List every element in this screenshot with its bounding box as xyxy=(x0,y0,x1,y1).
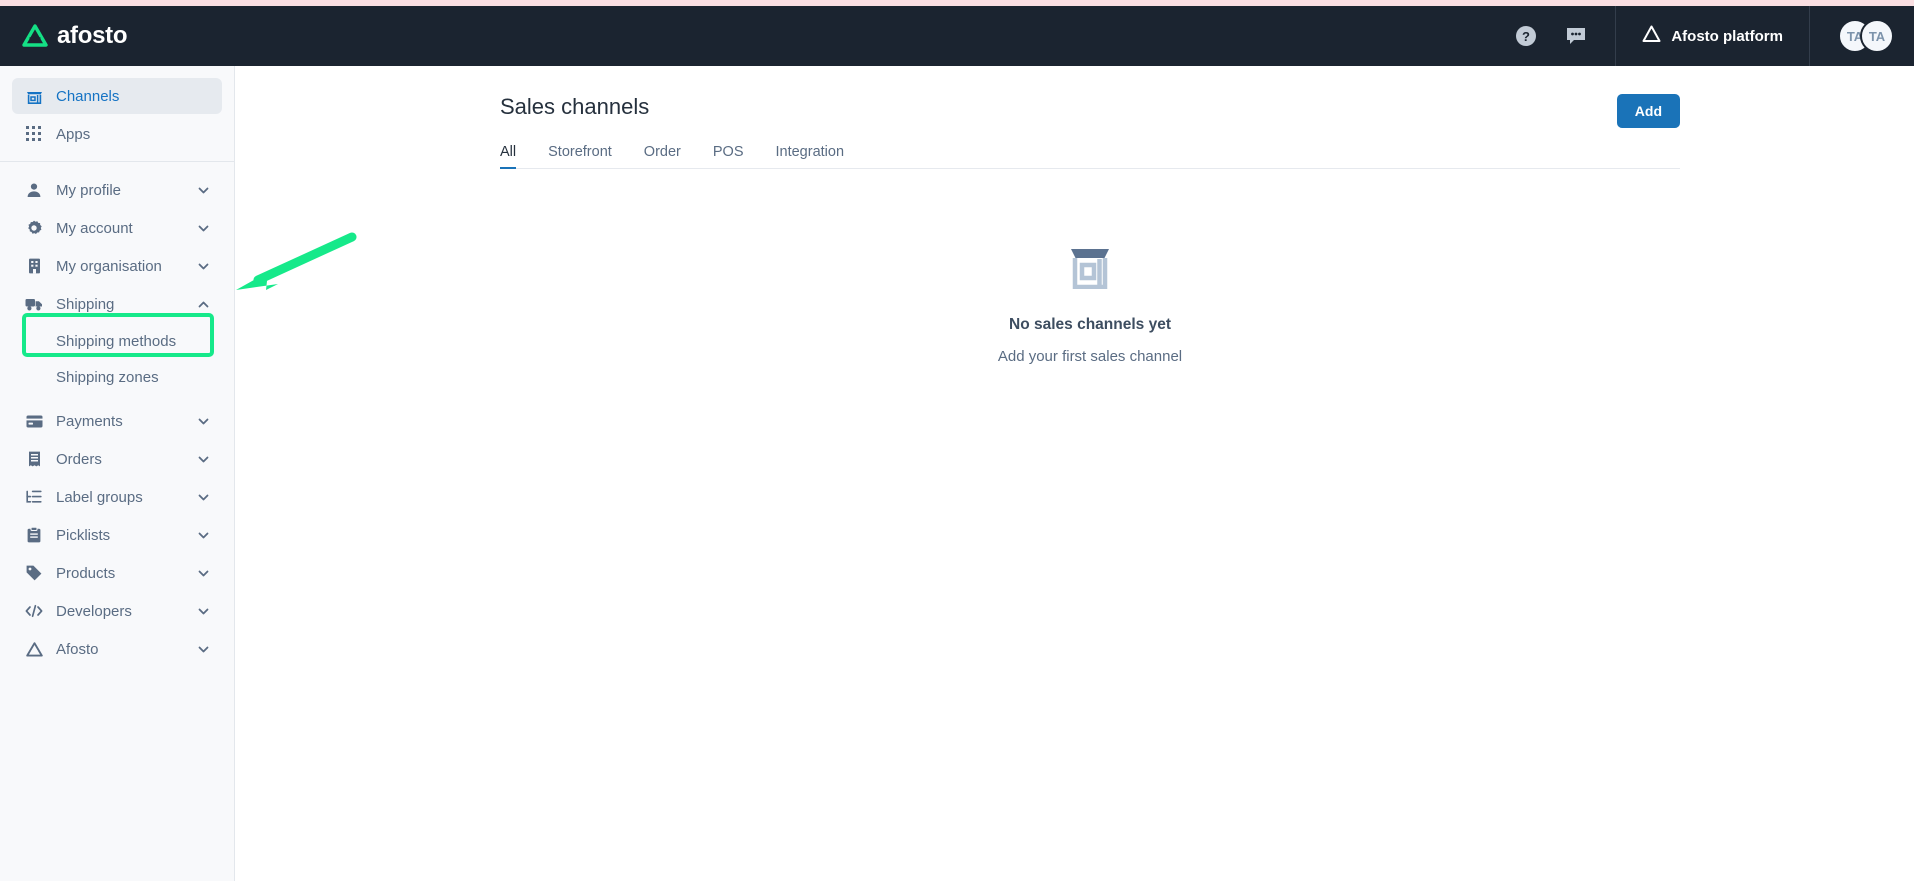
empty-state-action[interactable]: Add your first sales channel xyxy=(998,348,1182,365)
sidebar-item-orders[interactable]: Orders xyxy=(12,441,222,477)
truck-icon xyxy=(24,297,44,311)
sidebar-item-my-account[interactable]: My account xyxy=(12,210,222,246)
receipt-icon xyxy=(24,451,44,467)
chevron-down-icon[interactable] xyxy=(197,643,210,656)
chevron-down-icon[interactable] xyxy=(197,415,210,428)
topbar-icon-group: ? xyxy=(1515,6,1615,66)
avatar-group[interactable]: TA TA xyxy=(1810,6,1914,66)
topbar-right-group: ? Afosto platform TA TA xyxy=(1515,6,1914,66)
tab-bar: All Storefront Order POS Integration xyxy=(500,144,1680,169)
sidebar-item-label: Afosto xyxy=(56,640,99,658)
sidebar-item-label: Developers xyxy=(56,602,132,620)
credit-card-icon xyxy=(24,415,44,428)
chevron-down-icon[interactable] xyxy=(197,184,210,197)
sidebar-item-picklists[interactable]: Picklists xyxy=(12,517,222,553)
chevron-down-icon[interactable] xyxy=(197,222,210,235)
sidebar-item-my-organisation[interactable]: My organisation xyxy=(12,248,222,284)
sidebar-item-developers[interactable]: Developers xyxy=(12,593,222,629)
user-icon xyxy=(24,182,44,198)
main-content: Sales channels Add All Storefront Order … xyxy=(235,66,1914,881)
sidebar-item-label: Orders xyxy=(56,450,102,468)
sidebar-item-shipping[interactable]: Shipping xyxy=(12,286,222,322)
gear-icon xyxy=(24,220,44,236)
sidebar-item-label: Apps xyxy=(56,125,91,143)
platform-label: Afosto platform xyxy=(1671,27,1783,45)
sidebar-item-apps[interactable]: Apps xyxy=(12,116,222,152)
sidebar-item-label-groups[interactable]: Label groups xyxy=(12,479,222,515)
page-header: Sales channels Add xyxy=(500,94,1680,128)
building-icon xyxy=(24,258,44,274)
afosto-logo-icon xyxy=(22,24,48,48)
code-icon xyxy=(24,604,44,618)
tab-integration[interactable]: Integration xyxy=(776,144,845,168)
list-tree-icon xyxy=(24,490,44,504)
sidebar-item-label: Shipping xyxy=(56,295,115,313)
brand-name: afosto xyxy=(57,22,128,49)
clipboard-icon xyxy=(24,527,44,543)
store-icon xyxy=(24,88,44,105)
sidebar-subitem-label: Shipping zones xyxy=(56,368,159,386)
sidebar-item-label: Picklists xyxy=(56,526,111,544)
sidebar-item-shipping-methods[interactable]: Shipping methods xyxy=(12,324,222,358)
sidebar-subitem-label: Shipping methods xyxy=(56,332,177,350)
sidebar-item-afosto[interactable]: Afosto xyxy=(12,631,222,667)
sidebar: Channels Apps My profile My account My o… xyxy=(0,66,235,881)
sidebar-item-my-profile[interactable]: My profile xyxy=(12,172,222,208)
tab-order[interactable]: Order xyxy=(644,144,681,168)
tab-pos[interactable]: POS xyxy=(713,144,744,168)
sidebar-item-label: Label groups xyxy=(56,488,143,506)
tab-storefront[interactable]: Storefront xyxy=(548,144,612,168)
chevron-down-icon[interactable] xyxy=(197,453,210,466)
chevron-up-icon[interactable] xyxy=(197,298,210,311)
top-bar: afosto ? Afosto platform TA TA xyxy=(0,6,1914,66)
content-container: Sales channels Add All Storefront Order … xyxy=(500,66,1680,365)
sidebar-item-label: My profile xyxy=(56,181,122,199)
empty-state: No sales channels yet Add your first sal… xyxy=(500,247,1680,365)
svg-text:?: ? xyxy=(1522,29,1530,44)
sidebar-item-label: My account xyxy=(56,219,133,237)
sidebar-item-shipping-zones[interactable]: Shipping zones xyxy=(12,360,222,394)
add-button[interactable]: Add xyxy=(1616,94,1680,128)
sidebar-divider xyxy=(0,161,234,162)
page-title: Sales channels xyxy=(500,94,650,119)
tag-icon xyxy=(24,565,44,581)
sidebar-item-channels[interactable]: Channels xyxy=(12,78,222,114)
chat-bubble-icon[interactable] xyxy=(1565,25,1587,47)
sidebar-item-products[interactable]: Products xyxy=(12,555,222,591)
chevron-down-icon[interactable] xyxy=(197,260,210,273)
grid-apps-icon xyxy=(24,126,44,142)
sidebar-item-label: Payments xyxy=(56,412,123,430)
chevron-down-icon[interactable] xyxy=(197,567,210,580)
chevron-down-icon[interactable] xyxy=(197,605,210,618)
store-icon xyxy=(1067,247,1113,294)
afosto-triangle-icon xyxy=(1642,25,1661,48)
chevron-down-icon[interactable] xyxy=(197,491,210,504)
platform-switcher[interactable]: Afosto platform xyxy=(1616,6,1809,66)
brand-logo[interactable]: afosto xyxy=(22,22,128,50)
afosto-triangle-icon xyxy=(24,641,44,657)
sidebar-item-payments[interactable]: Payments xyxy=(12,403,222,439)
sidebar-item-label: Channels xyxy=(56,87,120,105)
app-shell: Channels Apps My profile My account My o… xyxy=(0,66,1914,881)
chevron-down-icon[interactable] xyxy=(197,529,210,542)
tab-all[interactable]: All xyxy=(500,144,517,169)
avatar[interactable]: TA xyxy=(1860,19,1894,53)
sidebar-item-label: My organisation xyxy=(56,257,162,275)
empty-state-title: No sales channels yet xyxy=(1009,316,1171,333)
sidebar-item-label: Products xyxy=(56,564,116,582)
help-circle-icon[interactable]: ? xyxy=(1515,25,1537,47)
